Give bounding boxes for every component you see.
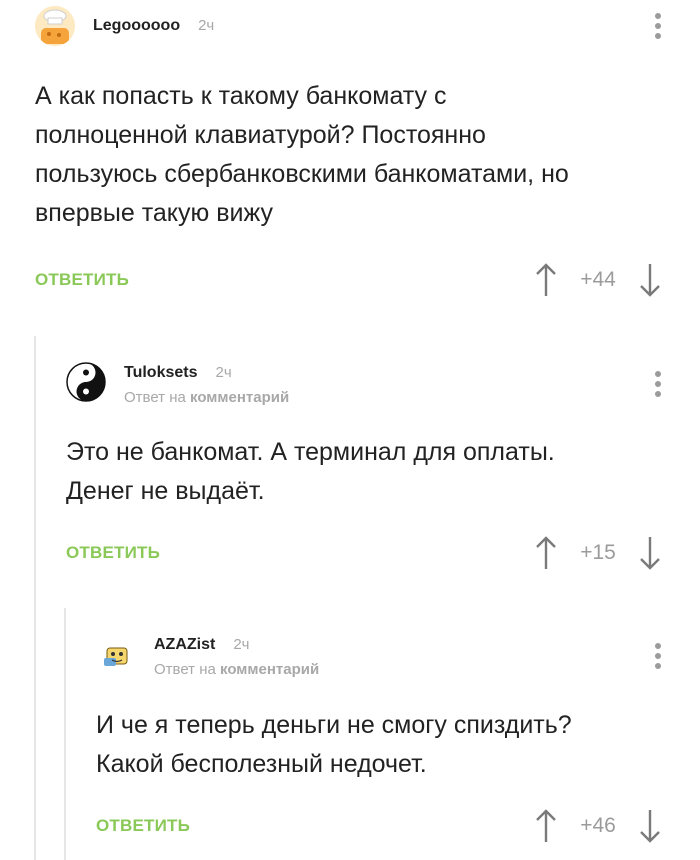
avatar[interactable] [96,634,136,674]
reply-button[interactable]: ОТВЕТИТЬ [96,816,190,836]
reply-to-link[interactable]: комментарий [220,661,319,678]
comment-text-line: И че я теперь деньги не смогу спиздить? [96,711,572,739]
rating: +46 [534,808,662,844]
comment-footer: ОТВЕТИТЬ [96,808,190,844]
comment-meta: AZAZist 2ч Ответ на комментарий [154,636,319,678]
arrow-down-icon[interactable] [638,808,662,844]
kebab-menu-icon[interactable] [648,640,668,672]
username[interactable]: AZAZist [154,636,215,654]
name-row: AZAZist 2ч [154,636,319,654]
rating-score: +46 [580,814,616,837]
comment-text: И че я теперь деньги не смогу спиздить? … [96,706,572,784]
avatar-cartoon-icon [104,647,128,666]
reply-to: Ответ на комментарий [154,661,319,678]
arrow-up-icon[interactable] [534,808,558,844]
timestamp: 2ч [233,636,250,653]
comment-text-line: Какой бесполезный недочет. [96,750,427,778]
reply-to-prefix: Ответ на [154,661,216,678]
comment: AZAZist 2ч Ответ на комментарий И че я т… [0,0,700,860]
comment-header: AZAZist 2ч Ответ на комментарий [96,634,319,678]
